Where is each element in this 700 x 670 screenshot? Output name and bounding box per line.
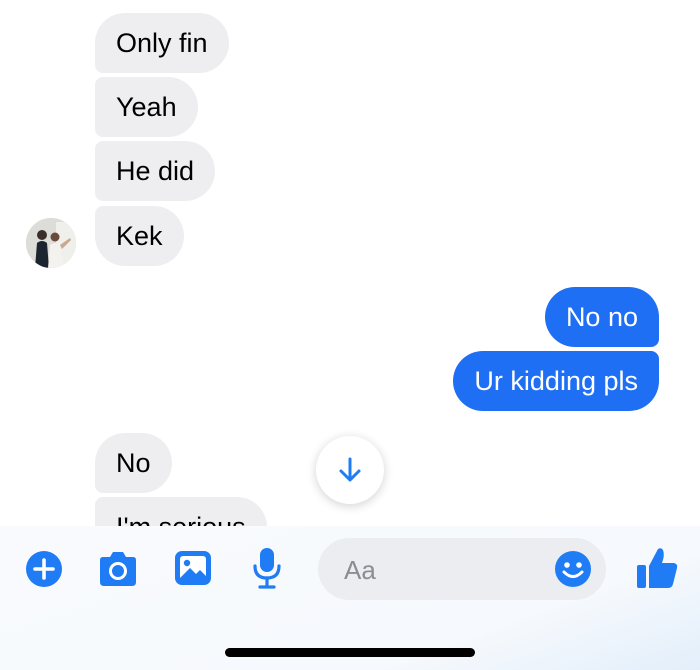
scroll-to-bottom-button[interactable] [316, 436, 384, 504]
camera-button[interactable] [96, 549, 140, 589]
camera-icon [100, 552, 136, 586]
plus-icon [26, 551, 62, 587]
voice-message-button[interactable] [248, 546, 286, 590]
arrow-down-icon [339, 457, 361, 482]
image-icon [175, 551, 211, 585]
gallery-button[interactable] [173, 548, 213, 588]
like-button[interactable] [634, 545, 680, 591]
message-bubble[interactable]: He did [95, 141, 216, 201]
message-bubble[interactable]: No no [544, 287, 659, 347]
message-bubble[interactable]: Yeah [95, 77, 198, 137]
microphone-icon [253, 548, 281, 589]
message-bubble[interactable]: Kek [95, 206, 184, 266]
message-input[interactable] [342, 538, 556, 602]
emoji-button[interactable] [554, 550, 592, 588]
contact-photo [26, 218, 76, 268]
emoji-icon [555, 551, 591, 587]
message-bubble[interactable]: I'm serious [95, 497, 267, 526]
contact-avatar[interactable] [26, 218, 76, 268]
message-bubble[interactable]: Only fin [95, 13, 229, 73]
add-button[interactable] [24, 549, 64, 589]
message-bubble[interactable]: No [95, 433, 172, 493]
thumbs-up-icon [637, 548, 678, 588]
message-bubble[interactable]: Ur kidding pls [453, 351, 659, 411]
home-indicator[interactable] [225, 648, 475, 657]
message-composer[interactable] [318, 538, 606, 602]
